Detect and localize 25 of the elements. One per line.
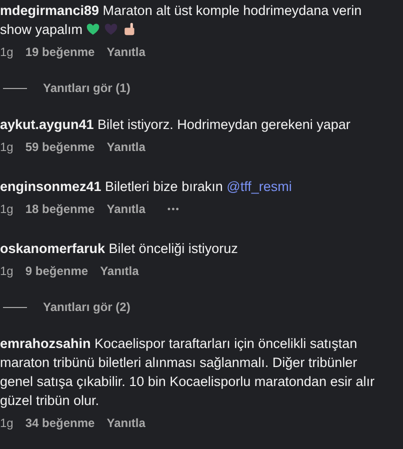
reply-link[interactable]: Yanıtla bbox=[106, 45, 146, 59]
reply-link[interactable]: Yanıtla bbox=[106, 202, 146, 216]
comment-text: enginsonmez41 Biletleri bize bırakın @tff_resmi bbox=[0, 178, 293, 196]
more-options-button[interactable]: ••• bbox=[167, 204, 180, 214]
comment-text: mdegirmanci89 Maraton alt üst komple hodrimeydana verin show yapalım bbox=[0, 2, 363, 39]
view-replies-link[interactable]: Yanıtları gör (1) bbox=[43, 81, 130, 95]
comment-text: oskanomerfaruk Bilet önceliği istiyoruz bbox=[0, 240, 239, 258]
comment-text: aykut.aygun41 Bilet istiyorz. Hodrimeydan gerekeni yapar bbox=[0, 116, 352, 134]
timestamp: 1g bbox=[0, 416, 14, 430]
pointing-hand-icon bbox=[122, 22, 136, 36]
timestamp: 1g bbox=[0, 202, 14, 216]
like-count[interactable]: 18 beğenme bbox=[25, 202, 95, 216]
reply-link[interactable]: Yanıtla bbox=[106, 140, 146, 154]
view-replies-link[interactable]: Yanıtları gör (2) bbox=[43, 300, 130, 314]
timestamp: 1g bbox=[0, 140, 14, 154]
like-count[interactable]: 9 beğenme bbox=[25, 264, 88, 278]
like-count[interactable]: 59 beğenme bbox=[25, 140, 95, 154]
reply-link[interactable]: Yanıtla bbox=[106, 416, 146, 430]
reply-link[interactable]: Yanıtla bbox=[100, 264, 139, 278]
timestamp: 1g bbox=[0, 264, 14, 278]
comment-text: emrahozsahin Kocaelispor taraftarları için öncelikli satıştan maraton tribünü biletleri alınması sağlanmalı. Diğer tribünler genel satışa çıkabilir. 10 bin Kocaelisporlu maratondan esir alır güzel tribün olur. bbox=[0, 335, 376, 410]
like-count[interactable]: 19 beğenme bbox=[25, 45, 95, 59]
like-count[interactable]: 34 beğenme bbox=[25, 416, 95, 430]
mention-link[interactable]: @tff_resmi bbox=[226, 179, 292, 194]
timestamp: 1g bbox=[0, 45, 14, 59]
